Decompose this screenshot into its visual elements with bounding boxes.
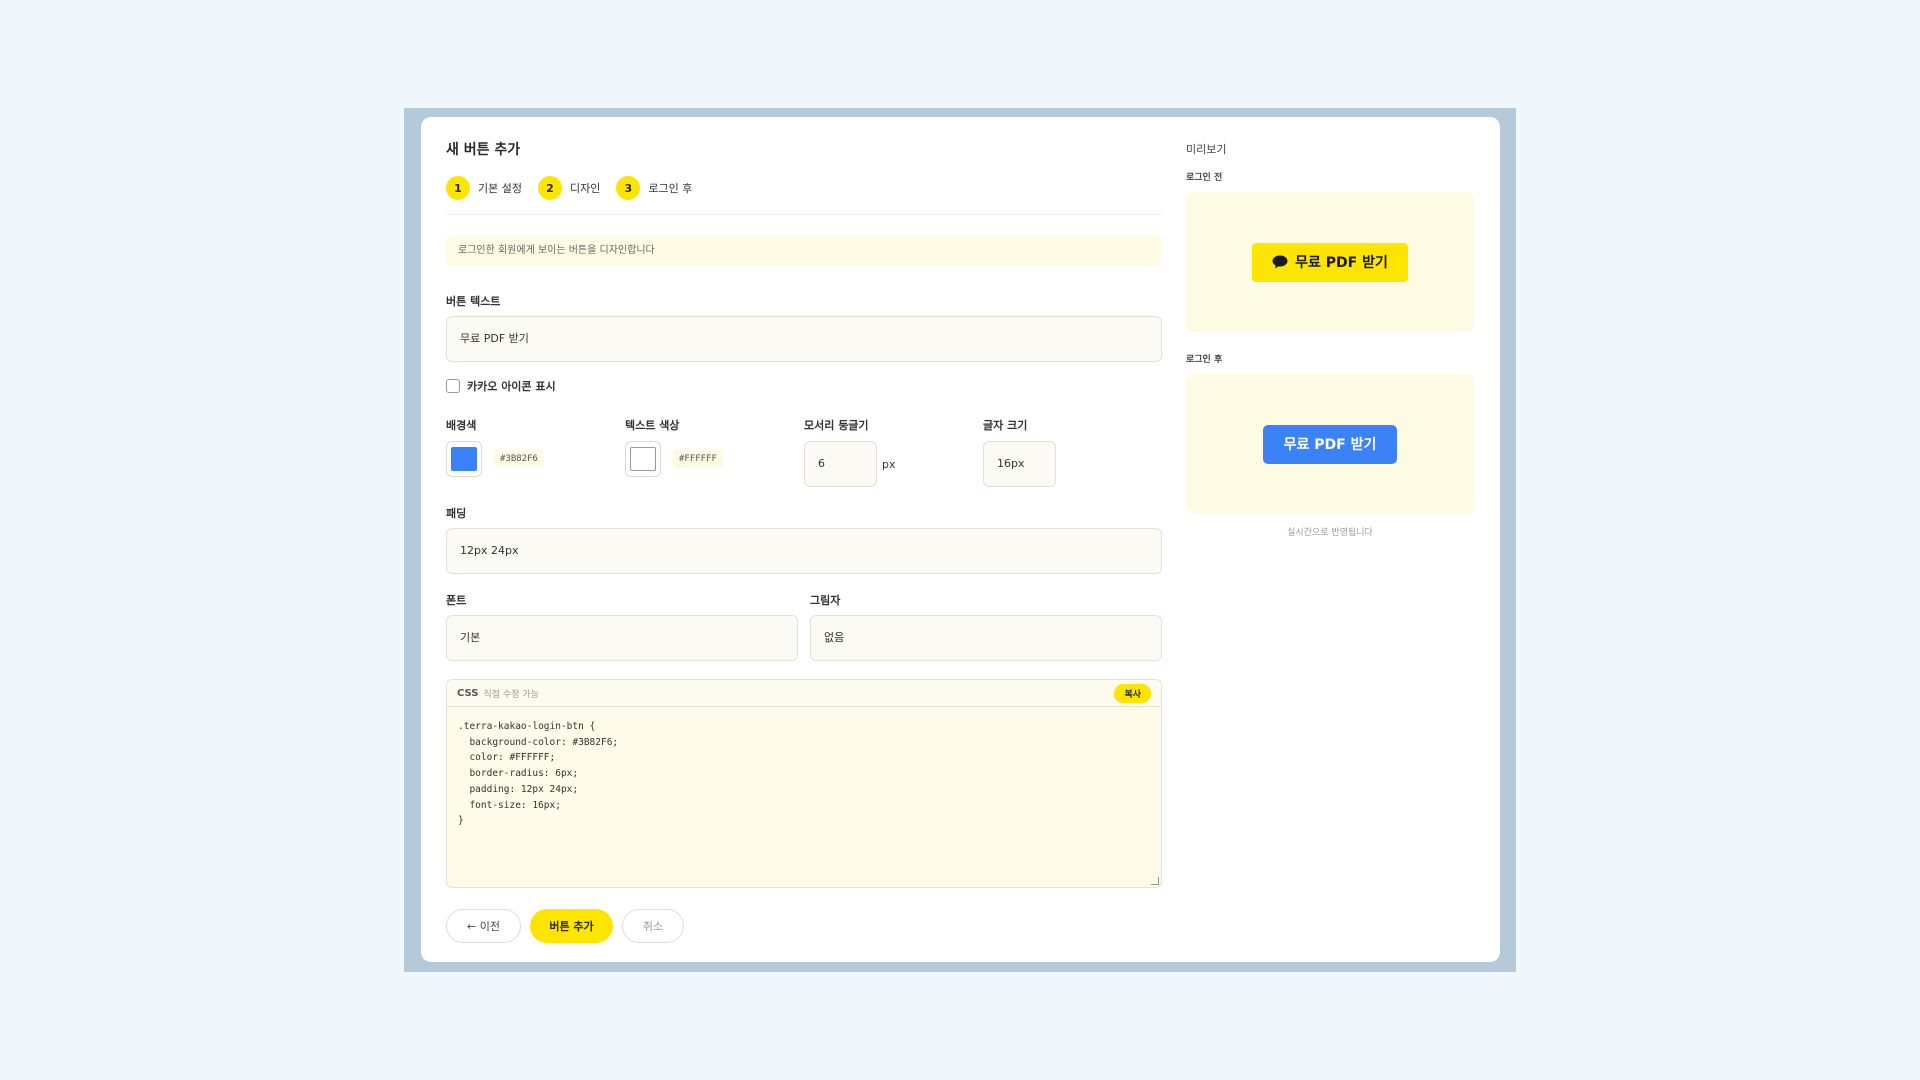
font-select[interactable]: 기본: [446, 615, 798, 661]
bg-color-group: 배경색 #3B82F6: [446, 417, 625, 487]
preview-title: 미리보기: [1186, 143, 1227, 156]
shadow-label: 그림자: [810, 594, 841, 607]
radius-group: 모서리 둥글기 6 px: [804, 417, 983, 487]
step-design[interactable]: 2 디자인: [537, 176, 601, 200]
divider: [446, 214, 1162, 215]
font-shadow-row: 폰트 기본 그림자 없음: [446, 592, 1162, 661]
css-title: CSS: [457, 687, 479, 699]
font-size-label: 글자 크기: [983, 419, 1028, 432]
cancel-button[interactable]: 취소: [622, 909, 684, 943]
text-color-swatch: [630, 447, 656, 471]
text-color-group: 텍스트 색상 #FFFFFF: [625, 417, 804, 487]
form-panel: 새 버튼 추가 1 기본 설정 2 디자인 3 로그인 후 로그인한 회원에게 …: [446, 138, 1162, 943]
realtime-note: 실시간으로 반영됩니다: [1287, 528, 1373, 538]
font-label: 폰트: [446, 594, 467, 607]
radius-unit: px: [882, 457, 896, 471]
step-label: 기본 설정: [478, 182, 522, 195]
font-group: 폰트 기본: [446, 592, 798, 661]
step-basic[interactable]: 1 기본 설정: [446, 176, 522, 200]
step-number: 3: [616, 176, 641, 200]
modal-title: 새 버튼 추가: [446, 142, 521, 158]
bg-color-swatch: [451, 447, 477, 471]
info-notice: 로그인한 회원에게 보이는 버튼을 디자인합니다: [446, 235, 1162, 266]
chat-bubble-icon: [1272, 255, 1288, 269]
padding-label: 패딩: [446, 507, 467, 520]
action-buttons: ← 이전 버튼 추가 취소: [446, 909, 1162, 943]
text-color-label: 텍스트 색상: [625, 419, 680, 432]
step-number: 2: [537, 176, 562, 200]
step-label: 디자인: [569, 182, 601, 195]
shadow-select[interactable]: 없음: [810, 615, 1162, 661]
font-size-input[interactable]: 16px: [983, 441, 1056, 487]
kakao-icon-label: 카카오 아이콘 표시: [467, 380, 556, 393]
add-button[interactable]: 버튼 추가: [530, 909, 613, 943]
kakao-preview-button-label: 무료 PDF 받기: [1295, 255, 1388, 271]
stepper: 1 기본 설정 2 디자인 3 로그인 후: [446, 175, 1162, 201]
kakao-icon-toggle[interactable]: 카카오 아이콘 표시: [446, 377, 1162, 395]
step-label: 로그인 후: [648, 182, 693, 195]
padding-input[interactable]: 12px 24px: [446, 528, 1162, 574]
radius-input[interactable]: 6: [804, 441, 877, 487]
style-row: 배경색 #3B82F6 텍스트 색상 #FFFFFF 모서리 둥글기 6 px: [446, 417, 1162, 487]
button-text-input[interactable]: 무료 PDF 받기: [446, 316, 1162, 362]
copy-css-button[interactable]: 복사: [1114, 683, 1151, 703]
css-editor: CSS 직접 수정 가능 복사 .terra-kakao-login-btn {…: [446, 679, 1162, 888]
step-number: 1: [446, 176, 470, 200]
step-after-login[interactable]: 3 로그인 후: [616, 176, 692, 200]
kakao-preview-button[interactable]: 무료 PDF 받기: [1252, 242, 1408, 282]
button-text-label: 버튼 텍스트: [446, 295, 501, 308]
resize-handle-icon[interactable]: [1151, 877, 1159, 885]
css-code-textarea[interactable]: .terra-kakao-login-btn { background-colo…: [447, 707, 1161, 841]
before-login-label: 로그인 전: [1186, 173, 1223, 183]
font-size-group: 글자 크기 16px: [983, 417, 1162, 487]
preview-panel: 미리보기 로그인 전 무료 PDF 받기 로그인 후 무료 PDF 받기 실시간…: [1186, 138, 1474, 538]
text-color-picker[interactable]: [625, 441, 661, 477]
before-login-preview: 무료 PDF 받기: [1186, 192, 1474, 332]
after-login-label: 로그인 후: [1186, 355, 1223, 365]
bg-color-hex[interactable]: #3B82F6: [494, 450, 544, 468]
kakao-icon-checkbox[interactable]: [446, 379, 460, 393]
shadow-group: 그림자 없음: [810, 592, 1162, 661]
after-login-preview: 무료 PDF 받기: [1186, 374, 1474, 514]
radius-label: 모서리 둥글기: [804, 419, 869, 432]
bg-color-picker[interactable]: [446, 441, 482, 477]
css-editor-header: CSS 직접 수정 가능 복사: [447, 680, 1161, 707]
css-subtitle: 직접 수정 가능: [483, 689, 539, 700]
prev-button[interactable]: ← 이전: [446, 909, 521, 943]
blue-preview-button[interactable]: 무료 PDF 받기: [1262, 424, 1398, 464]
text-color-hex[interactable]: #FFFFFF: [673, 450, 723, 468]
bg-color-label: 배경색: [446, 419, 477, 432]
